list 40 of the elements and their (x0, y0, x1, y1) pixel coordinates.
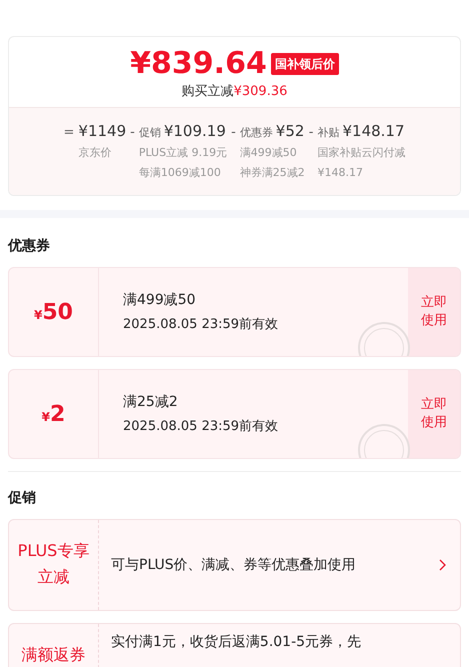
breakdown-label: 优惠券 (240, 125, 273, 141)
operator-sign: - (308, 124, 314, 142)
breakdown-amount: ¥1149 (78, 121, 126, 142)
promotion-card[interactable]: PLUS专享立减 可与PLUS价、满减、券等优惠叠加使用 (8, 519, 461, 611)
breakdown-label: 补贴 (317, 125, 340, 141)
breakdown-note: 每满1069减100 (138, 164, 222, 180)
coupon-validity: 2025.08.05 23:59前有效 (123, 316, 278, 334)
coupon-condition: 满499减50 (123, 290, 196, 310)
price-tag: 国补领后价 (270, 53, 339, 75)
operator-sign: = (64, 124, 74, 142)
operator-sign: - (231, 124, 236, 142)
breakdown-label: 促销 (138, 125, 161, 141)
coupon-value: 2 (50, 400, 66, 428)
breakdown-note: 国家补贴云闪付减 (317, 144, 406, 160)
coupon-condition: 满25减2 (123, 392, 178, 412)
section-title: 优惠券 (8, 237, 50, 256)
section-title: 促销 (8, 489, 36, 508)
promotion-label: 满额返券 (20, 644, 86, 666)
saving-amount: ¥309.36 (234, 83, 288, 101)
breakdown-note: 满499减50 (240, 144, 298, 160)
breakdown-note: 京东价 (78, 144, 112, 160)
coupon-validity: 2025.08.05 23:59前有效 (123, 418, 278, 436)
use-now-button[interactable]: 立即使用 (408, 268, 460, 356)
breakdown-amount: ¥109.19 (164, 121, 226, 142)
breakdown-note: 神券满25减2 (240, 164, 305, 180)
promotion-description: 可与PLUS价、满减、券等优惠叠加使用 (111, 556, 356, 575)
use-now-button[interactable]: 立即使用 (408, 370, 460, 458)
final-price: ¥839.64 (130, 45, 267, 83)
saving-label: 购买立减 (182, 83, 234, 101)
promotion-label: PLUS专享立减 (16, 540, 90, 588)
breakdown-note: PLUS立减 9.19元 (138, 144, 228, 160)
coupon-currency: ¥ (42, 408, 50, 426)
breakdown-note: ¥148.17 (317, 164, 364, 180)
promotion-description: 实付满1元，收货后返满5.01-5元券，先 (111, 633, 362, 652)
coupon-value: 50 (42, 298, 73, 326)
operator-sign: - (130, 124, 135, 142)
breakdown-amount: ¥52 (276, 121, 304, 142)
promotion-card[interactable]: 满额返券 实付满1元，收货后返满5.01-5元券，先 (8, 623, 461, 667)
coupon-currency: ¥ (34, 306, 42, 324)
breakdown-amount: ¥148.17 (342, 121, 405, 142)
